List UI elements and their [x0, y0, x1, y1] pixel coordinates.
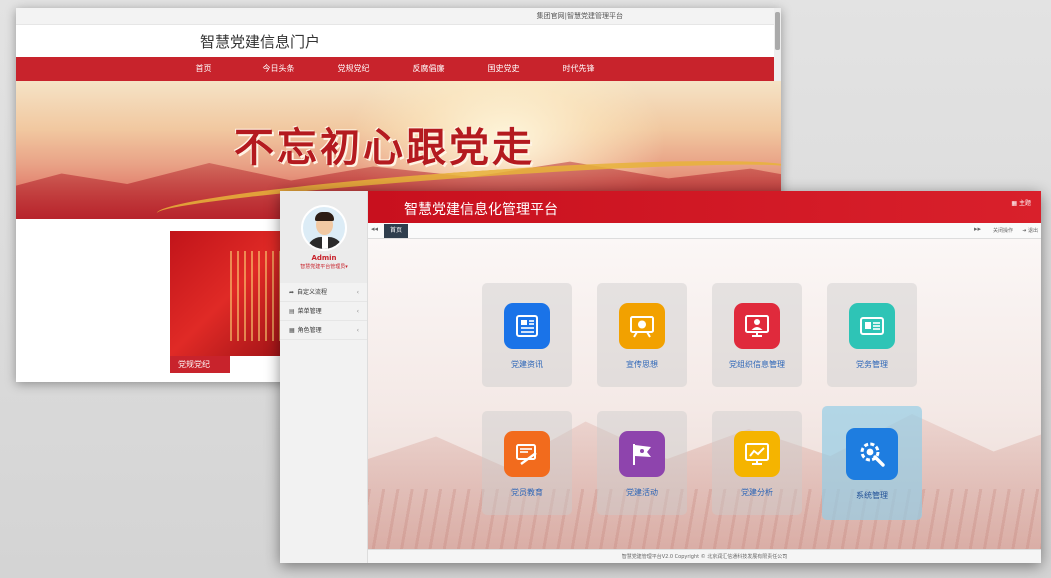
platform-topbar: 智慧党建信息化管理平台 ▦ 主题	[368, 191, 1041, 223]
theme-button-label: 主题	[1018, 200, 1031, 207]
portal-nav: 首页 今日头条 党规党纪 反腐倡廉 国史党史 时代先锋	[16, 57, 781, 81]
portal-topbar: 集团官网|智慧党建管理平台	[16, 8, 781, 25]
close-operations-button[interactable]: 关闭操作	[993, 227, 1013, 234]
tab-home[interactable]: 首页	[384, 224, 409, 238]
tile-label: 党组织信息管理	[729, 360, 785, 369]
tab-scroll-left-icon[interactable]: ◂◂	[371, 225, 378, 233]
avatar[interactable]	[301, 205, 347, 251]
user-role: 智慧党建平台管理员	[300, 264, 346, 270]
tile-label: 党建分析	[741, 488, 773, 497]
tile-party-news[interactable]: 党建资讯	[482, 283, 572, 387]
tile-party-affairs[interactable]: 党务管理	[827, 283, 917, 387]
tile-label: 党务管理	[856, 360, 888, 369]
user-name: Admin	[311, 254, 337, 262]
sidebar-item-menu-management[interactable]: ▤ 菜单管理 ‹	[280, 302, 367, 321]
portal-nav-history[interactable]: 国史党史	[466, 57, 541, 81]
portal-nav-headlines[interactable]: 今日头条	[241, 57, 316, 81]
tile-label: 党建资讯	[511, 360, 543, 369]
banner-slogan: 不忘初心跟党走	[234, 124, 535, 171]
portal-title: 智慧党建信息门户	[200, 33, 321, 51]
logout-label: 退出	[1027, 228, 1038, 234]
tile-party-analysis[interactable]: 党建分析	[712, 411, 802, 515]
tile-label: 宣传思想	[626, 360, 658, 369]
avatar-hair	[315, 212, 334, 221]
portal-nav-anticorruption[interactable]: 反腐倡廉	[391, 57, 466, 81]
portal-topbar-link[interactable]: 集团官网|智慧党建管理平台	[537, 11, 623, 21]
footer: 智慧党建管理平台V2.0 Copyright © 北京润汇信通科技发展有限责任公…	[368, 549, 1041, 563]
list-icon: ▤	[289, 308, 295, 315]
tile-label: 党建活动	[626, 488, 658, 497]
newspaper-icon	[504, 303, 550, 349]
dashboard-workspace: 党建资讯 宣传思想 党组织信息管理 党务管理 党员教育 党建活动 党建分析 系统…	[368, 239, 1041, 549]
tile-org-info[interactable]: 党组织信息管理	[712, 283, 802, 387]
tile-party-activities[interactable]: 党建活动	[597, 411, 687, 515]
tile-propaganda[interactable]: 宣传思想	[597, 283, 687, 387]
tab-bar: ◂◂ 首页 ▸▸ 关闭操作 ➜ 退出	[368, 223, 1041, 239]
user-profile: Admin 智慧党建平台管理员▾	[280, 191, 367, 283]
tile-system-management[interactable]: 系统管理	[822, 406, 922, 520]
edit-document-icon	[504, 431, 550, 477]
avatar-shirt	[322, 236, 328, 249]
chevron-left-icon: ‹	[356, 308, 359, 315]
caret-down-icon: ▾	[345, 264, 348, 270]
gear-wrench-icon	[846, 428, 898, 480]
sidebar: Admin 智慧党建平台管理员▾ ➦ 自定义流程 ‹ ▤ 菜单管理 ‹ ▦ 角色管理 ‹	[280, 191, 368, 563]
platform-title: 智慧党建信息化管理平台	[404, 202, 558, 218]
chevron-left-icon: ‹	[356, 327, 359, 334]
presentation-board-icon	[619, 303, 665, 349]
sidebar-item-role-management[interactable]: ▦ 角色管理 ‹	[280, 321, 367, 340]
id-card-icon	[849, 303, 895, 349]
news-caption[interactable]: 党规党纪	[170, 356, 230, 373]
tab-scroll-right-icon[interactable]: ▸▸	[974, 225, 981, 233]
tile-label: 党员教育	[511, 488, 543, 497]
user-role-dropdown[interactable]: 智慧党建平台管理员▾	[280, 263, 368, 270]
portal-nav-pioneers[interactable]: 时代先锋	[541, 57, 616, 81]
id-card-icon: ▦	[289, 327, 295, 334]
portal-header: 智慧党建信息门户	[16, 25, 781, 57]
sidebar-item-custom-flow[interactable]: ➦ 自定义流程 ‹	[280, 283, 367, 302]
tile-member-education[interactable]: 党员教育	[482, 411, 572, 515]
platform-window: Admin 智慧党建平台管理员▾ ➦ 自定义流程 ‹ ▤ 菜单管理 ‹ ▦ 角色管理 ‹ 智…	[280, 191, 1041, 563]
portal-nav-discipline[interactable]: 党规党纪	[316, 57, 391, 81]
sidebar-item-label: 菜单管理	[297, 308, 322, 315]
logout-button[interactable]: ➜ 退出	[1022, 227, 1038, 234]
sidebar-item-label: 角色管理	[297, 327, 322, 334]
chart-monitor-icon	[734, 431, 780, 477]
tile-label: 系统管理	[856, 491, 888, 500]
monitor-user-icon	[734, 303, 780, 349]
workspace-great-wall	[368, 489, 1041, 549]
share-icon: ➦	[289, 289, 295, 296]
flag-icon	[619, 431, 665, 477]
portal-nav-home[interactable]: 首页	[166, 57, 241, 81]
chevron-left-icon: ‹	[356, 289, 359, 296]
theme-button[interactable]: ▦ 主题	[1011, 198, 1031, 207]
grid-icon: ▦	[1011, 200, 1019, 207]
sidebar-item-label: 自定义流程	[297, 289, 328, 296]
